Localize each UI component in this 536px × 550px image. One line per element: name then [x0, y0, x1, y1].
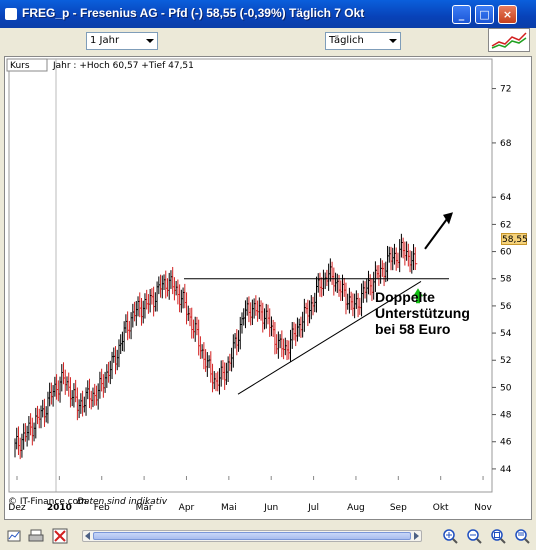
scroll-left-icon[interactable] — [85, 532, 90, 540]
chart-scrollbar[interactable] — [82, 530, 422, 542]
y-tick-label: 72 — [500, 85, 511, 95]
zoom-in-icon[interactable] — [442, 528, 458, 544]
annotation-line: Unterstützung — [375, 305, 470, 321]
y-tick-label: 44 — [500, 465, 512, 475]
x-tick-label: Jul — [307, 503, 319, 513]
zoom-range-icon[interactable] — [514, 528, 530, 544]
toolbar: 1 Jahr Täglich — [0, 28, 536, 54]
range-info: Jahr : +Hoch 60,57 +Tief 47,51 — [52, 61, 194, 71]
period-value: 1 Jahr — [90, 35, 120, 46]
scroll-thumb[interactable] — [93, 532, 411, 540]
annotation-line: Doppelte — [375, 289, 435, 305]
annotation-line: bei 58 Euro — [375, 321, 451, 337]
support-annotation: Doppelte Unterstützung bei 58 Euro — [375, 289, 470, 337]
chevron-down-icon — [146, 39, 154, 43]
panel-label: Kurs — [10, 61, 30, 71]
y-tick-label: 64 — [500, 193, 512, 203]
x-tick-label: Okt — [433, 503, 449, 513]
title-bar: FREG_p - Fresenius AG - Pfd (-) 58,55 (-… — [0, 0, 536, 28]
forecast-arrow — [424, 215, 450, 250]
zoom-reset-icon[interactable] — [6, 528, 22, 544]
close-button[interactable]: × — [498, 5, 517, 24]
y-tick-label: 62 — [500, 220, 511, 230]
interval-value: Täglich — [329, 35, 364, 46]
y-tick-label: 46 — [500, 438, 512, 448]
print-icon[interactable] — [28, 528, 44, 544]
delete-icon[interactable] — [52, 528, 68, 544]
y-tick-label: 60 — [500, 248, 512, 258]
price-chart[interactable]: 44464850525456586062646872 Dez 2010 Feb Mär… — [5, 57, 531, 519]
window-title: FREG_p - Fresenius AG - Pfd (-) 58,55 (-… — [22, 6, 365, 20]
x-tick-label: Nov — [474, 503, 492, 513]
scroll-right-icon[interactable] — [414, 532, 419, 540]
y-tick-label: 68 — [500, 139, 512, 149]
chevron-down-icon — [389, 39, 397, 43]
period-select[interactable]: 1 Jahr — [86, 32, 158, 50]
x-tick-label: Sep — [390, 503, 407, 513]
source-label: © IT-Finance.com — [8, 497, 87, 507]
y-tick-label: 50 — [500, 383, 512, 393]
chart-type-icon[interactable] — [488, 28, 530, 52]
y-tick-label: 54 — [500, 329, 512, 339]
disclaimer-label: Daten sind indikativ — [77, 497, 168, 507]
y-tick-label: 48 — [500, 411, 512, 421]
x-tick-label: Aug — [347, 503, 365, 513]
maximize-button[interactable]: □ — [475, 5, 494, 24]
y-tick-label: 58 — [500, 275, 512, 285]
bottom-toolbar — [0, 522, 536, 550]
interval-select[interactable]: Täglich — [325, 32, 401, 50]
chart-panel[interactable]: 44 46 48 50 52 54 56 58 60 62 64 68 72 Dez 2010 Feb Mär… — [4, 56, 532, 520]
zoom-fit-icon[interactable] — [490, 528, 506, 544]
minimize-button[interactable]: _ — [452, 5, 471, 24]
x-tick-label: Mai — [221, 503, 237, 513]
x-tick-label: Jun — [263, 503, 278, 513]
zoom-out-icon[interactable] — [466, 528, 482, 544]
x-tick-label: Apr — [179, 503, 195, 513]
last-price-badge: 58,55 — [501, 233, 528, 245]
y-tick-label: 56 — [500, 302, 512, 312]
y-tick-label: 52 — [500, 356, 511, 366]
app-icon — [5, 8, 17, 20]
plot-frame — [8, 58, 493, 493]
